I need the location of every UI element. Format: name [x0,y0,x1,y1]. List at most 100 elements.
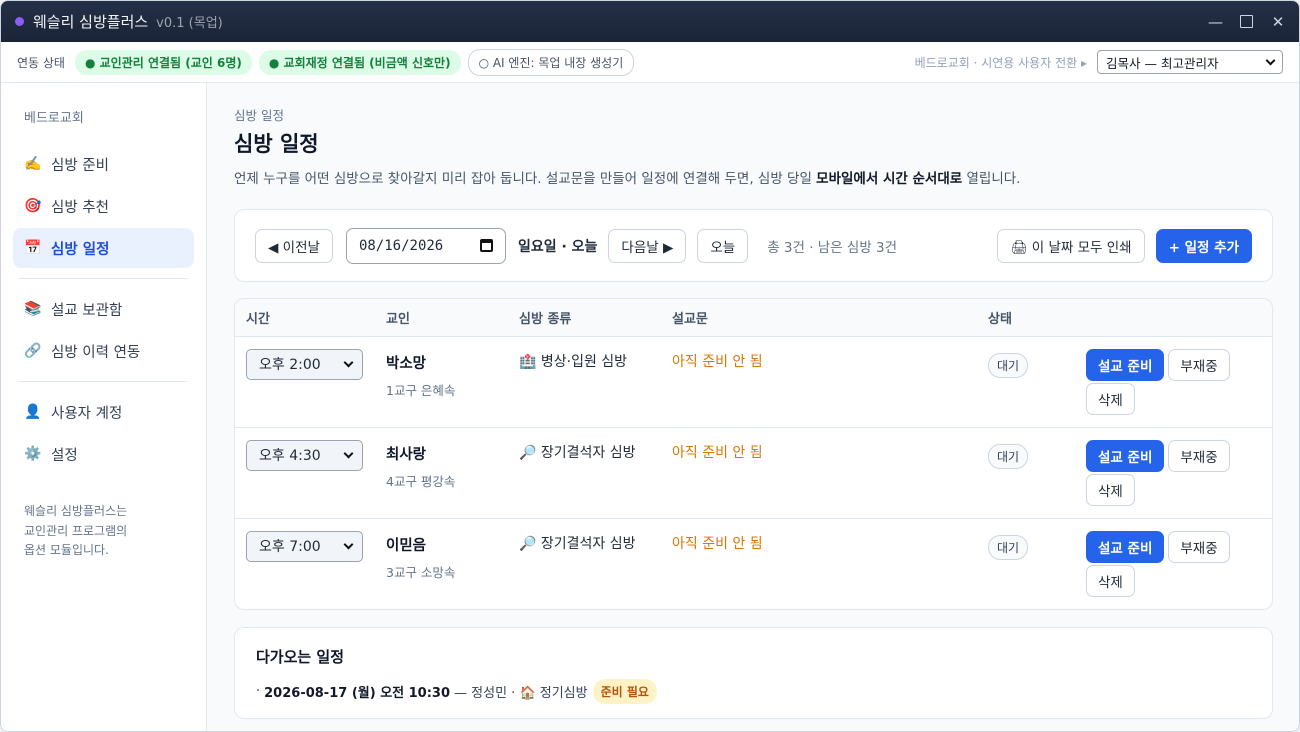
user-switch-label: 베드로교회 · 시연용 사용자 전환 ▸ [914,55,1087,70]
visit-type: 🏥 병상·입원 심방 [519,353,628,370]
delete-button[interactable]: 삭제 [1086,564,1135,597]
print-all-button[interactable]: 🖨 이 날짜 모두 인쇄 [997,228,1145,263]
schedule-table: 시간 교인 심방 종류 설교문 상태 오후 2:00 박소망1교구 은혜속 � [235,299,1272,609]
sidebar-item-sermon-archive[interactable]: 📚 설교 보관함 [13,289,194,329]
app-title: 웨슬리 심방플러스 [33,13,149,31]
table-row: 오후 7:00 이믿음 3교구 소망속 🔎 장기결석자 심방 아직 준비 안 됨 … [235,518,1272,609]
visit-count: 총 3건 · 남은 심방 3건 [767,239,898,256]
member-name: 박소망 [386,355,427,372]
mark-absent-button[interactable]: 부재중 [1168,439,1230,472]
sidebar-item-visit-schedule[interactable]: 📅 심방 일정 [13,228,194,268]
delete-button[interactable]: 삭제 [1086,473,1135,506]
upcoming-schedule-card: 다가오는 일정 · 2026-08-17 (월) 오전 10:30 — 정성민 … [234,627,1273,719]
link-icon: 🔗 [24,343,42,359]
sidebar-item-history-sync[interactable]: 🔗 심방 이력 연동 [13,331,194,371]
time-select[interactable]: 오후 4:30 [246,439,363,471]
sidebar-item-settings[interactable]: ⚙️ 설정 [13,434,194,474]
sidebar-item-visit-prep[interactable]: ✍️ 심방 준비 [13,144,194,184]
minimize-icon[interactable]: — [1208,13,1223,31]
member-group: 1교구 은혜속 [386,382,456,398]
sidebar-item-label: 사용자 계정 [51,405,123,422]
col-header-status: 상태 [977,299,1074,337]
upcoming-item[interactable]: · 2026-08-17 (월) 오전 10:30 — 정성민 · 🏠 정기심방… [256,679,1251,704]
col-header-sermon: 설교문 [661,299,977,337]
col-header-time: 시간 [235,299,375,337]
user-switch-select[interactable]: 김목사 — 최고관리자 [1097,50,1283,74]
page-title: 심방 일정 [234,132,319,156]
status-badge: 대기 [988,534,1029,560]
sermon-status: 아직 준비 안 됨 [672,353,763,370]
sidebar-item-user-accounts[interactable]: 👤 사용자 계정 [13,392,194,432]
title-bar: 웨슬리 심방플러스 v0.1 (목업) — ✕ [1,1,1299,42]
page-description: 언제 누구를 어떤 심방으로 찾아갈지 미리 잡아 둡니다. 설교문을 만들어 … [234,171,1021,187]
close-icon[interactable]: ✕ [1271,13,1285,31]
chevron-down-icon [343,357,354,367]
member-name: 최사랑 [386,446,427,463]
member-group: 3교구 소망속 [386,564,456,580]
sidebar-footer-note: 웨슬리 심방플러스는 교인관리 프로그램의 옵션 모듈입니다. [24,504,128,557]
books-icon: 📚 [24,301,42,317]
sidebar-divider [19,381,188,382]
visit-type: 🔎 장기결석자 심방 [519,535,636,552]
chevron-down-icon [343,448,354,458]
col-header-visit-type: 심방 종류 [508,299,661,337]
status-label: 연동 상태 [17,55,65,70]
status-pill-ai-engine: ○ AI 엔진: 목업 내장 생성기 [467,48,635,76]
sidebar-divider [19,278,188,279]
sidebar-item-label: 설정 [51,447,78,464]
date-toolbar: ◀ 이전날 08/16/2026 일요일 · 오늘 다음날 ▶ 오늘 총 3건 … [234,209,1273,282]
chevron-down-icon [343,539,354,549]
calendar-icon: 📅 [24,240,42,256]
delete-button[interactable]: 삭제 [1086,382,1135,415]
gear-icon: ⚙️ [24,446,42,462]
app-window: 웨슬리 심방플러스 v0.1 (목업) — ✕ 연동 상태 ● 교인관리 연결됨… [0,0,1300,732]
member-name: 이믿음 [386,537,427,554]
upcoming-datetime: 2026-08-17 (월) 오전 10:30 [264,686,451,701]
status-pill-members: ● 교인관리 연결됨 (교인 6명) [74,49,252,75]
prev-day-button[interactable]: ◀ 이전날 [255,228,333,263]
prepare-sermon-button[interactable]: 설교 준비 [1086,530,1165,563]
status-badge: 대기 [988,443,1029,469]
calendar-picker-icon[interactable] [479,239,493,252]
mark-absent-button[interactable]: 부재중 [1168,348,1230,381]
sidebar-item-visit-recommend[interactable]: 🎯 심방 추천 [13,186,194,226]
writing-hand-icon: ✍️ [24,156,42,172]
today-button[interactable]: 오늘 [697,228,749,263]
table-row: 오후 4:30 최사랑 4교구 평강속 🔎 장기결석자 심방 아직 준비 안 됨 … [235,427,1272,519]
next-day-button[interactable]: 다음날 ▶ [608,228,687,263]
prepare-sermon-button[interactable]: 설교 준비 [1086,439,1165,472]
target-icon: 🎯 [24,198,42,214]
integration-status-bar: 연동 상태 ● 교인관리 연결됨 (교인 6명) ● 교회재정 연결됨 (비금액… [1,42,1299,83]
sermon-status: 아직 준비 안 됨 [672,535,763,552]
app-logo-icon [15,17,24,26]
status-pill-finance: ● 교회재정 연결됨 (비금액 신호만) [258,49,461,75]
date-input[interactable]: 08/16/2026 [345,227,506,264]
main-content: 심방 일정 심방 일정 언제 누구를 어떤 심방으로 찾아갈지 미리 잡아 둡니… [207,83,1299,731]
add-schedule-button[interactable]: + 일정 추가 [1155,228,1252,263]
prepare-sermon-button[interactable]: 설교 준비 [1086,348,1165,381]
mark-absent-button[interactable]: 부재중 [1168,530,1230,563]
table-row: 오후 2:00 박소망 1교구 은혜속 🏥 병상·입원 심방 아직 준비 안 됨 … [235,336,1272,428]
breadcrumb: 심방 일정 [234,108,284,123]
member-group: 4교구 평강속 [386,473,456,489]
prep-needed-badge: 준비 필요 [592,679,657,704]
sidebar: 베드로교회 ✍️ 심방 준비 🎯 심방 추천 📅 심방 일정 📚 설교 보관함 … [1,83,207,731]
maximize-icon[interactable] [1240,15,1253,28]
app-version: v0.1 (목업) [156,16,223,31]
time-select[interactable]: 오후 2:00 [246,348,363,380]
sidebar-item-label: 설교 보관함 [51,302,123,319]
visit-type: 🔎 장기결석자 심방 [519,444,636,461]
time-select[interactable]: 오후 7:00 [246,530,363,562]
sidebar-item-label: 심방 추천 [51,199,109,216]
date-value: 08/16/2026 [358,237,444,254]
user-icon: 👤 [24,404,42,420]
sidebar-item-label: 심방 이력 연동 [51,344,141,361]
user-switch-value: 김목사 — 최고관리자 [1106,55,1219,71]
sermon-status: 아직 준비 안 됨 [672,444,763,461]
status-badge: 대기 [988,352,1029,378]
window-controls: — ✕ [1208,13,1285,31]
table-header-row: 시간 교인 심방 종류 설교문 상태 [235,299,1272,337]
upcoming-detail: — 정성민 · 🏠 정기심방 [454,686,588,701]
upcoming-title: 다가오는 일정 [256,648,345,666]
chevron-down-icon [1265,55,1276,65]
